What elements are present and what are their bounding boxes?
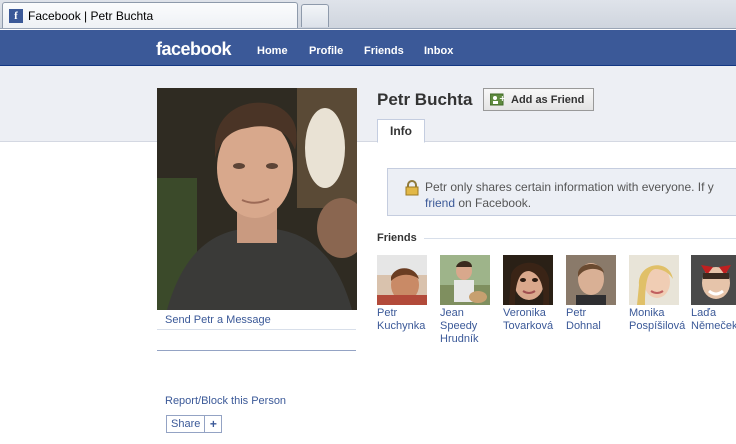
tab-info[interactable]: Info	[377, 119, 425, 143]
friend-name[interactable]: Monika Pospíšilová	[629, 307, 685, 333]
browser-tab[interactable]: f Facebook | Petr Buchta	[2, 2, 298, 28]
friends-heading: Friends	[377, 232, 417, 244]
friend-photo[interactable]	[377, 255, 427, 305]
friend-item[interactable]: Veronika Tovarková	[503, 255, 555, 333]
nav-inbox[interactable]: Inbox	[424, 45, 453, 57]
profile-name: Petr Buchta	[377, 90, 473, 109]
add-friend-icon: +	[489, 93, 506, 106]
notice-text: Petr only shares certain information wit…	[425, 180, 714, 194]
add-as-friend-button[interactable]: + Add as Friend	[483, 88, 594, 111]
friend-name[interactable]: Veronika Tovarková	[503, 307, 555, 333]
friend-item[interactable]: Laďa Němeček	[691, 255, 736, 333]
friend-photo[interactable]	[566, 255, 616, 305]
svg-text:+: +	[499, 94, 506, 103]
profile-photo[interactable]	[157, 88, 357, 310]
divider	[157, 350, 356, 351]
share-button[interactable]: Share +	[166, 415, 223, 433]
profile-header-band	[0, 66, 736, 142]
friend-name[interactable]: Jean Speedy Hrudník	[440, 307, 492, 346]
facebook-top-bar: facebook Home Profile Friends Inbox	[0, 30, 736, 66]
friend-name[interactable]: Petr Kuchynka	[377, 307, 429, 333]
report-block-link[interactable]: Report/Block this Person	[165, 395, 286, 407]
browser-tab-title: Facebook | Petr Buchta	[28, 8, 154, 23]
share-label: Share	[167, 416, 206, 432]
friend-item[interactable]: Monika Pospíšilová	[629, 255, 685, 333]
new-tab-button[interactable]	[301, 4, 329, 27]
friend-photo[interactable]	[503, 255, 553, 305]
friend-photo[interactable]	[691, 255, 736, 305]
friend-photo[interactable]	[629, 255, 679, 305]
privacy-notice: Petr only shares certain information wit…	[387, 168, 736, 216]
facebook-logo[interactable]: facebook	[156, 39, 232, 60]
friend-photo[interactable]	[440, 255, 490, 305]
friend-item[interactable]: Petr Dohnal	[566, 255, 618, 333]
notice-text-line2: friend on Facebook.	[425, 196, 531, 210]
nav-friends[interactable]: Friends	[364, 45, 404, 57]
friend-name[interactable]: Petr Dohnal	[566, 307, 618, 333]
plus-icon: +	[209, 417, 217, 431]
friend-link[interactable]: friend	[425, 196, 455, 210]
divider	[424, 238, 736, 239]
friend-item[interactable]: Jean Speedy Hrudník	[440, 255, 492, 346]
nav-home[interactable]: Home	[257, 45, 288, 57]
friend-item[interactable]: Petr Kuchynka	[377, 255, 429, 333]
divider	[157, 329, 356, 330]
add-friend-label: Add as Friend	[511, 93, 585, 106]
friend-name[interactable]: Laďa Němeček	[691, 307, 736, 333]
browser-tab-strip: f Facebook | Petr Buchta	[0, 0, 736, 29]
lock-icon	[404, 180, 420, 199]
nav-profile[interactable]: Profile	[309, 45, 343, 57]
facebook-favicon-icon: f	[9, 8, 23, 23]
send-message-link[interactable]: Send Petr a Message	[165, 314, 271, 326]
notice-text-rest: on Facebook.	[455, 196, 532, 210]
